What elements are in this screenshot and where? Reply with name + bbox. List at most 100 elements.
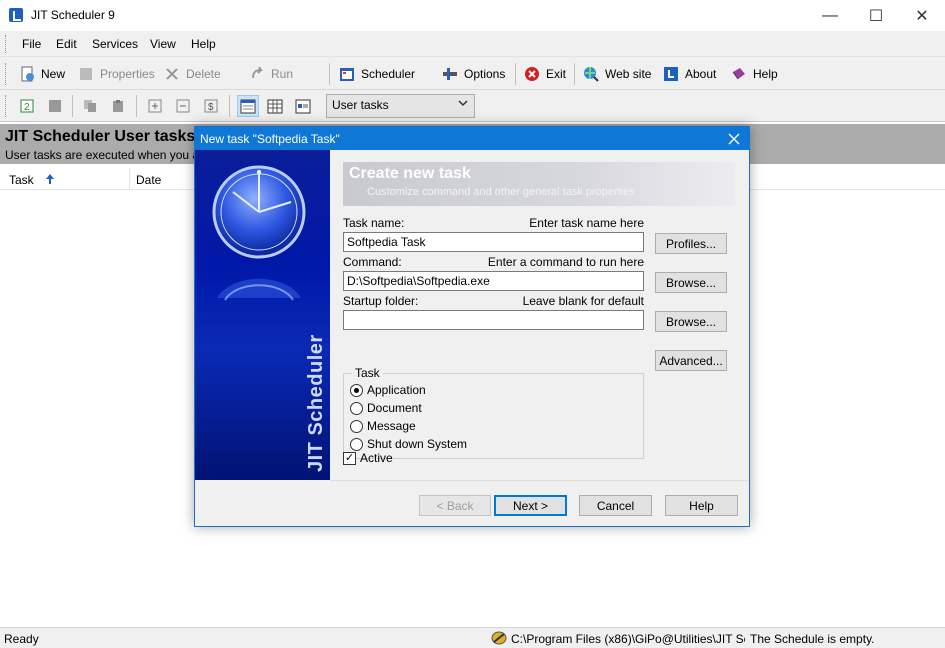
list-view-icon[interactable]	[293, 97, 313, 115]
radio-message[interactable]: Message	[350, 419, 416, 433]
about-button[interactable]: About	[663, 65, 716, 83]
close-button[interactable]: ✕	[899, 0, 945, 31]
schedule-file-icon	[491, 631, 507, 645]
task-name-hint: Enter task name here	[529, 216, 644, 230]
toolbar-grip	[5, 95, 8, 117]
active-label: Active	[360, 451, 393, 465]
svg-text:2: 2	[24, 102, 30, 113]
next-button[interactable]: Next >	[494, 495, 567, 516]
cancel-button[interactable]: Cancel	[579, 495, 652, 516]
back-button[interactable]: < Back	[419, 495, 491, 516]
properties-label: Properties	[100, 67, 155, 81]
calendar-view-icon[interactable]	[237, 95, 259, 117]
advanced-button[interactable]: Advanced...	[655, 350, 727, 371]
website-label: Web site	[605, 67, 652, 81]
radio-document[interactable]: Document	[350, 401, 422, 415]
toolbar-separator	[515, 63, 516, 85]
run-button[interactable]: Run	[249, 65, 293, 83]
view-select[interactable]: User tasks	[326, 94, 475, 118]
banner-subtitle: Customize command and other general task…	[367, 186, 635, 198]
window-titlebar: JIT Scheduler 9 — ☐ ✕	[0, 0, 945, 31]
wizard-banner: Create new task Customize command and ot…	[343, 162, 735, 206]
side-panel-brand: JIT Scheduler	[305, 334, 327, 472]
website-button[interactable]: Web site	[583, 65, 651, 83]
toolbar-separator	[329, 63, 330, 85]
window-title: JIT Scheduler 9	[31, 8, 115, 22]
dialog-close-button[interactable]	[719, 127, 749, 150]
column-divider[interactable]	[129, 168, 130, 190]
options-label: Options	[464, 67, 506, 81]
menu-file[interactable]: File	[22, 37, 41, 51]
options-icon	[442, 66, 458, 82]
about-icon	[663, 66, 679, 82]
minimize-button[interactable]: —	[807, 0, 853, 31]
expand-icon[interactable]	[145, 97, 165, 115]
options-button[interactable]: Options	[442, 65, 505, 83]
view-select-value: User tasks	[332, 98, 389, 112]
radio-shutdown[interactable]: Shut down System	[350, 437, 467, 451]
menu-view[interactable]: View	[150, 37, 176, 51]
menu-edit[interactable]: Edit	[56, 37, 77, 51]
close-icon	[728, 133, 740, 144]
browse-folder-button[interactable]: Browse...	[655, 311, 727, 332]
command-field[interactable]: D:\Softpedia\Softpedia.exe	[343, 271, 644, 291]
task-name-label: Task name:	[343, 216, 405, 230]
run-label: Run	[271, 67, 294, 81]
section-title: JIT Scheduler User tasks	[5, 128, 196, 145]
new-button[interactable]: New	[19, 65, 65, 83]
scheduler-icon	[339, 66, 355, 82]
radio-indicator	[350, 419, 363, 433]
delete-label: Delete	[186, 67, 221, 81]
app-icon	[9, 8, 23, 22]
menu-services[interactable]: Services	[92, 37, 138, 51]
column-header-date[interactable]: Date	[136, 173, 161, 187]
dialog-button-bar: < Back Next > Cancel Help	[330, 480, 749, 526]
scheduler-button[interactable]: Scheduler	[339, 65, 415, 83]
sort-arrow-icon	[45, 173, 55, 188]
status-ready: Ready	[4, 632, 39, 646]
check-icon: ✓	[343, 451, 356, 465]
copy-icon[interactable]	[80, 97, 100, 115]
properties-button[interactable]: Properties	[78, 65, 155, 83]
toolbar-separator	[574, 63, 575, 85]
exit-icon	[524, 66, 540, 82]
task-name-field[interactable]: Softpedia Task	[343, 232, 644, 252]
column-header-task[interactable]: Task	[9, 173, 55, 188]
paste-icon[interactable]	[108, 97, 128, 115]
svg-text:$: $	[208, 102, 214, 113]
radio-application[interactable]: Application	[350, 383, 426, 397]
maximize-button[interactable]: ☐	[853, 0, 899, 31]
profiles-button[interactable]: Profiles...	[655, 233, 727, 254]
scheduler-label: Scheduler	[361, 67, 416, 81]
about-label: About	[685, 67, 717, 81]
edit-icon[interactable]	[45, 97, 65, 115]
startup-folder-field[interactable]	[343, 310, 644, 330]
new-task-dialog: New task "Softpedia Task" JIT Scheduler	[194, 126, 750, 527]
banner-title: Create new task	[349, 165, 471, 182]
delete-button[interactable]: Delete	[164, 65, 221, 83]
command-hint: Enter a command to run here	[487, 255, 644, 269]
delete-icon	[164, 66, 180, 82]
toolbar-grip	[5, 35, 8, 53]
help-dialog-button[interactable]: Help	[665, 495, 738, 516]
dialog-titlebar: New task "Softpedia Task"	[195, 127, 749, 150]
refresh-icon[interactable]: 2	[17, 97, 37, 115]
status-message: The Schedule is empty.	[750, 632, 875, 646]
secondary-toolbar: 2 $ User tasks	[0, 90, 945, 122]
active-checkbox[interactable]: ✓ Active	[343, 451, 393, 465]
toolbar-grip	[5, 63, 8, 85]
help-button[interactable]: Help	[731, 65, 778, 83]
dialog-title: New task "Softpedia Task"	[200, 132, 340, 146]
startup-folder-label: Startup folder:	[343, 294, 419, 308]
wizard-side-panel: JIT Scheduler	[195, 150, 330, 480]
new-task-icon	[19, 66, 35, 82]
menu-help[interactable]: Help	[191, 37, 216, 51]
run-icon	[249, 66, 265, 82]
collapse-icon[interactable]	[173, 97, 193, 115]
grid-view-icon[interactable]	[265, 97, 285, 115]
menu-bar: File Edit Services View Help	[0, 31, 945, 57]
toolbar-separator	[136, 95, 137, 117]
dollar-icon[interactable]: $	[201, 97, 221, 115]
exit-button[interactable]: Exit	[524, 65, 566, 83]
browse-command-button[interactable]: Browse...	[655, 272, 727, 293]
